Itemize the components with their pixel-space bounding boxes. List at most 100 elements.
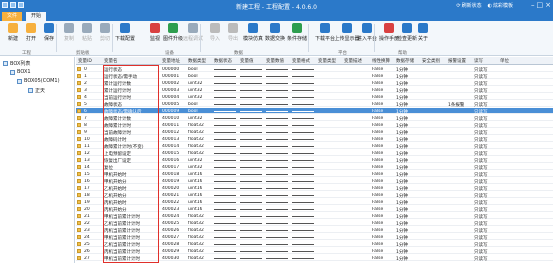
column-header[interactable]: 变量数值: [266, 58, 284, 64]
ribbon-button-label: 关于: [417, 36, 428, 42]
column-header[interactable]: 线性换算: [372, 58, 390, 64]
cell-storage: 1分钟: [396, 179, 408, 185]
table-row[interactable]: 11 故障累计计时(不变) 400014 float32 False 1分钟 只读写: [76, 143, 553, 150]
table-row[interactable]: 12 上电预留设定 400015 float32 False 1分钟 只读写: [76, 150, 553, 157]
variable-icon: [77, 164, 81, 169]
table-row[interactable]: 2 累计运行计数 000002 uint32 False 1分钟 只读写: [76, 80, 553, 87]
ribbon-group-label: 工程: [22, 51, 31, 56]
ribbon-button-14[interactable]: 条件存储: [287, 23, 307, 49]
table-row[interactable]: 14 复位 400017 uint32 False 1分钟 只读写: [76, 164, 553, 171]
empty-dash: [292, 250, 314, 252]
cell-empty: [266, 144, 288, 147]
cell-linear: False: [372, 143, 384, 149]
table-row[interactable]: 6 故障状态/需确认后 000009 bool False 1分钟 只读写: [76, 108, 553, 115]
close-icon[interactable]: ×: [545, 1, 551, 9]
cell-id: 10: [84, 136, 90, 142]
cell-linear: False: [372, 136, 384, 142]
ribbon-button-20[interactable]: 关于: [414, 23, 432, 49]
tree-item[interactable]: BOX1: [10, 69, 31, 75]
cell-empty: [214, 123, 236, 126]
table-row[interactable]: 5 故障状态 000005 bool False 1分钟 1条报警 只读写: [76, 101, 553, 108]
tree-item[interactable]: BOX05(COM1): [17, 78, 60, 84]
cell-empty: [240, 186, 262, 189]
table-row[interactable]: 26 丙机当前累计计时 400029 float32 False 1分钟 只读写: [76, 248, 553, 255]
table-row[interactable]: 23 丙机当前累计计时 400026 float32 False 1分钟 只读写: [76, 227, 553, 234]
cell-name: 甲机当前累计计时: [104, 235, 140, 241]
table-row[interactable]: 17 乙机开始时 400020 uint16 False 1分钟 只读写: [76, 185, 553, 192]
table-row[interactable]: 20 丙机开始分 400023 uint16 False 1分钟 只读写: [76, 206, 553, 213]
table-row[interactable]: 7 故障累计计数 400010 uint32 False 1分钟 只读写: [76, 115, 553, 122]
variable-icon: [77, 220, 81, 225]
column-header[interactable]: 数据状态: [214, 58, 232, 64]
table-row[interactable]: 8 故障累计计时 400011 float32 False 1分钟 只读写: [76, 122, 553, 129]
cell-empty: [266, 193, 288, 196]
firmware-upgrade-icon: [168, 23, 178, 33]
column-header[interactable]: 变量类型: [318, 58, 336, 64]
cell-empty: [214, 207, 236, 210]
cell-empty: [214, 221, 236, 224]
table-row[interactable]: 10 故障码计时 400013 float32 False 1分钟 只读写: [76, 136, 553, 143]
column-header[interactable]: 变量描述: [344, 58, 362, 64]
table-row[interactable]: 13 恢复出厂设定 400016 uint32 False 1分钟 只读写: [76, 157, 553, 164]
column-header[interactable]: 变量名: [104, 58, 118, 64]
cell-alarm: 1条报警: [448, 102, 465, 108]
column-header[interactable]: 数据类型: [188, 58, 206, 64]
theme-button[interactable]: ◐ 炫彩模板: [488, 2, 513, 10]
column-header[interactable]: 变量格式: [292, 58, 310, 64]
empty-dash: [266, 250, 288, 252]
minimize-icon[interactable]: –: [531, 1, 535, 9]
tab-start[interactable]: 开始: [26, 12, 47, 21]
empty-dash: [292, 173, 314, 175]
empty-dash: [240, 201, 262, 203]
table-row[interactable]: 4 当前运行计时 000004 uint32 False 1分钟 只读写: [76, 94, 553, 101]
table-row[interactable]: 22 乙机当前累计计时 400025 float32 False 1分钟 只读写: [76, 220, 553, 227]
variable-icon: [77, 108, 81, 113]
column-header[interactable]: 变量地址: [162, 58, 180, 64]
column-header[interactable]: 报警设置: [448, 58, 466, 64]
variable-icon: [77, 122, 81, 127]
tree-item[interactable]: BOX列表: [3, 60, 30, 67]
cell-readwrite: 只读写: [474, 144, 488, 150]
cell-id: 5: [84, 101, 87, 107]
cell-empty: [214, 116, 236, 119]
refresh-status-button[interactable]: ⟳ 刷新状态: [456, 2, 481, 10]
table-row[interactable]: 3 累计运行计时 000003 uint32 False 1分钟 只读写: [76, 87, 553, 94]
ribbon-group-label: 数据: [234, 51, 243, 56]
empty-dash: [214, 187, 236, 189]
column-header[interactable]: 变量ID: [78, 58, 92, 64]
cell-empty: [214, 172, 236, 175]
table-row[interactable]: 15 甲机开始时 400018 uint16 False 1分钟 只读写: [76, 171, 553, 178]
table-row[interactable]: 19 丙机开始时 400022 uint16 False 1分钟 只读写: [76, 199, 553, 206]
tab-file[interactable]: 文件: [2, 12, 23, 21]
table-row[interactable]: 1 运行状态/需手动 000001 bool False 1分钟 只读写: [76, 73, 553, 80]
empty-dash: [240, 110, 262, 112]
table-row[interactable]: 0 运行状态 000000 bool False 1分钟 只读写: [76, 66, 553, 73]
cell-address: 400013: [162, 136, 180, 142]
empty-dash: [214, 215, 236, 217]
table-row[interactable]: 16 甲机开始分 400019 uint16 False 1分钟 只读写: [76, 178, 553, 185]
table-row[interactable]: 25 乙机当前累计计时 400028 float32 False 1分钟 只读写: [76, 241, 553, 248]
cell-storage: 1分钟: [396, 214, 408, 220]
cell-empty: [266, 116, 288, 119]
cell-type: uint16: [188, 185, 203, 191]
table-row[interactable]: 9 当前故障计时 400012 float32 False 1分钟 只读写: [76, 129, 553, 136]
table-row[interactable]: 21 甲机当前累计计时 400024 float32 False 1分钟 只读写: [76, 213, 553, 220]
cell-type: float32: [188, 255, 204, 261]
column-header[interactable]: 单位: [500, 58, 509, 64]
tree-item[interactable]: 正天: [28, 87, 45, 94]
column-header[interactable]: 安全类别: [422, 58, 440, 64]
cell-storage: 1分钟: [396, 186, 408, 192]
column-header[interactable]: 读写: [474, 58, 483, 64]
maximize-icon[interactable]: □: [537, 1, 544, 9]
table-row[interactable]: 18 乙机开始分 400021 uint16 False 1分钟 只读写: [76, 192, 553, 199]
cell-empty: [266, 256, 288, 259]
table-row[interactable]: 27 甲机当前累计计时 400030 float32 False 1分钟 只读写: [76, 255, 553, 262]
cell-empty: [214, 74, 236, 77]
empty-dash: [292, 187, 314, 189]
table-row[interactable]: 24 甲机当前累计计时 400027 float32 False 1分钟 只读写: [76, 234, 553, 241]
cell-empty: [240, 151, 262, 154]
column-header[interactable]: 变量值: [240, 58, 254, 64]
ribbon-button-6[interactable]: 下载配置: [115, 23, 135, 49]
column-header[interactable]: 数据存储: [396, 58, 414, 64]
variable-icon: [77, 66, 81, 71]
